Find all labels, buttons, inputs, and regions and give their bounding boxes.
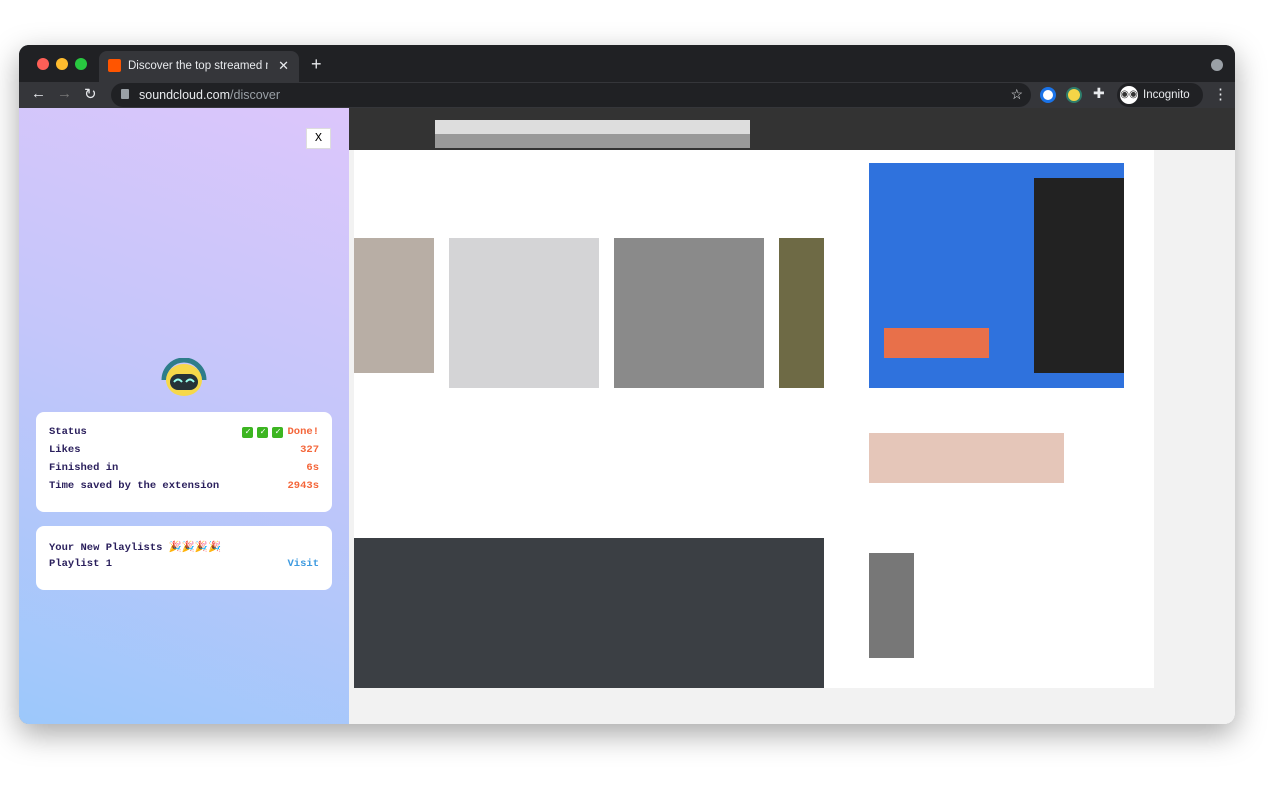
time-saved-label: Time saved by the extension xyxy=(49,480,220,492)
tab-title: Discover the top streamed music xyxy=(128,60,268,72)
tab-search-icon[interactable] xyxy=(1211,59,1223,71)
likes-value: 327 xyxy=(300,444,319,456)
site-header xyxy=(349,108,1235,150)
robot-extension-icon[interactable] xyxy=(1066,87,1082,103)
bookmark-star-icon[interactable]: ☆ xyxy=(1010,86,1023,103)
blurred-soundcloud-page xyxy=(349,108,1235,724)
time-saved-value: 2943s xyxy=(287,480,319,492)
likes-label: Likes xyxy=(49,444,81,456)
reload-icon[interactable]: ↻ xyxy=(84,85,97,103)
check-icon: ✓ xyxy=(257,427,269,438)
page-content: X Status ✓ ✓ ✓ Done! Likes 327 Finished in 6s… xyxy=(19,108,1235,724)
lock-icon xyxy=(121,89,129,99)
artwork-blurred xyxy=(779,238,824,388)
thumb-blurred xyxy=(869,553,914,658)
finished-label: Finished in xyxy=(49,462,119,474)
tab-soundcloud[interactable]: Discover the top streamed music ✕ xyxy=(99,51,299,82)
ad-blurred xyxy=(1034,178,1124,373)
address-bar[interactable]: soundcloud.com/discover ☆ xyxy=(111,83,1031,107)
maximize-window-button[interactable] xyxy=(75,58,87,70)
ad-blurred xyxy=(884,328,989,358)
minimize-window-button[interactable] xyxy=(56,58,68,70)
forward-icon[interactable]: → xyxy=(57,85,72,102)
search-bar-blurred xyxy=(435,120,750,134)
browser-window: Discover the top streamed music ✕ + ← → … xyxy=(19,45,1235,724)
playlists-heading: Your New Playlists 🎉🎉🎉🎉 xyxy=(49,542,222,554)
status-row: Status ✓ ✓ ✓ Done! xyxy=(49,426,319,444)
close-panel-button[interactable]: X xyxy=(306,128,331,149)
playlist-name: Playlist 1 xyxy=(49,558,113,570)
finished-value: 6s xyxy=(306,462,319,474)
robot-mascot-icon xyxy=(161,358,207,396)
check-icon: ✓ xyxy=(272,427,284,438)
header-blurred xyxy=(435,134,750,148)
soundcloud-icon xyxy=(108,59,121,72)
status-value: Done! xyxy=(287,426,319,438)
banner-blurred xyxy=(354,538,824,688)
toolbar: ← → ↻ soundcloud.com/discover ☆ ✚ ◉◉ Inc… xyxy=(19,82,1235,108)
profile-label: Incognito xyxy=(1143,89,1190,101)
extension-panel: X Status ✓ ✓ ✓ Done! Likes 327 Finished in 6s… xyxy=(19,108,349,724)
url-path: /discover xyxy=(230,88,281,102)
profile-button[interactable]: ◉◉ Incognito xyxy=(1117,83,1203,107)
password-manager-icon[interactable] xyxy=(1040,87,1056,103)
finished-row: Finished in 6s xyxy=(49,462,319,480)
incognito-icon: ◉◉ xyxy=(1120,86,1138,104)
tab-bar: Discover the top streamed music ✕ + xyxy=(19,45,1235,82)
extensions-puzzle-icon[interactable]: ✚ xyxy=(1093,85,1105,102)
close-window-button[interactable] xyxy=(37,58,49,70)
url-host: soundcloud.com xyxy=(139,88,231,102)
time-saved-row: Time saved by the extension 2943s xyxy=(49,480,319,498)
playlist-row: Playlist 1 Visit xyxy=(49,558,319,576)
kebab-menu-icon[interactable]: ⋮ xyxy=(1213,85,1228,103)
back-icon[interactable]: ← xyxy=(31,85,46,102)
status-card: Status ✓ ✓ ✓ Done! Likes 327 Finished in 6s T… xyxy=(36,412,332,512)
check-icon: ✓ xyxy=(242,427,254,438)
artwork-blurred xyxy=(614,238,764,388)
playlists-title: Your New Playlists 🎉🎉🎉🎉 xyxy=(49,540,319,558)
artwork-blurred xyxy=(449,238,599,388)
tab-close-icon[interactable]: ✕ xyxy=(278,58,289,74)
visit-playlist-link[interactable]: Visit xyxy=(287,558,319,576)
strip-blurred xyxy=(869,433,1064,483)
new-tab-button[interactable]: + xyxy=(311,54,322,75)
likes-row: Likes 327 xyxy=(49,444,319,462)
status-label: Status xyxy=(49,426,87,438)
artwork-blurred xyxy=(354,238,434,373)
playlists-card: Your New Playlists 🎉🎉🎉🎉 Playlist 1 Visit xyxy=(36,526,332,590)
